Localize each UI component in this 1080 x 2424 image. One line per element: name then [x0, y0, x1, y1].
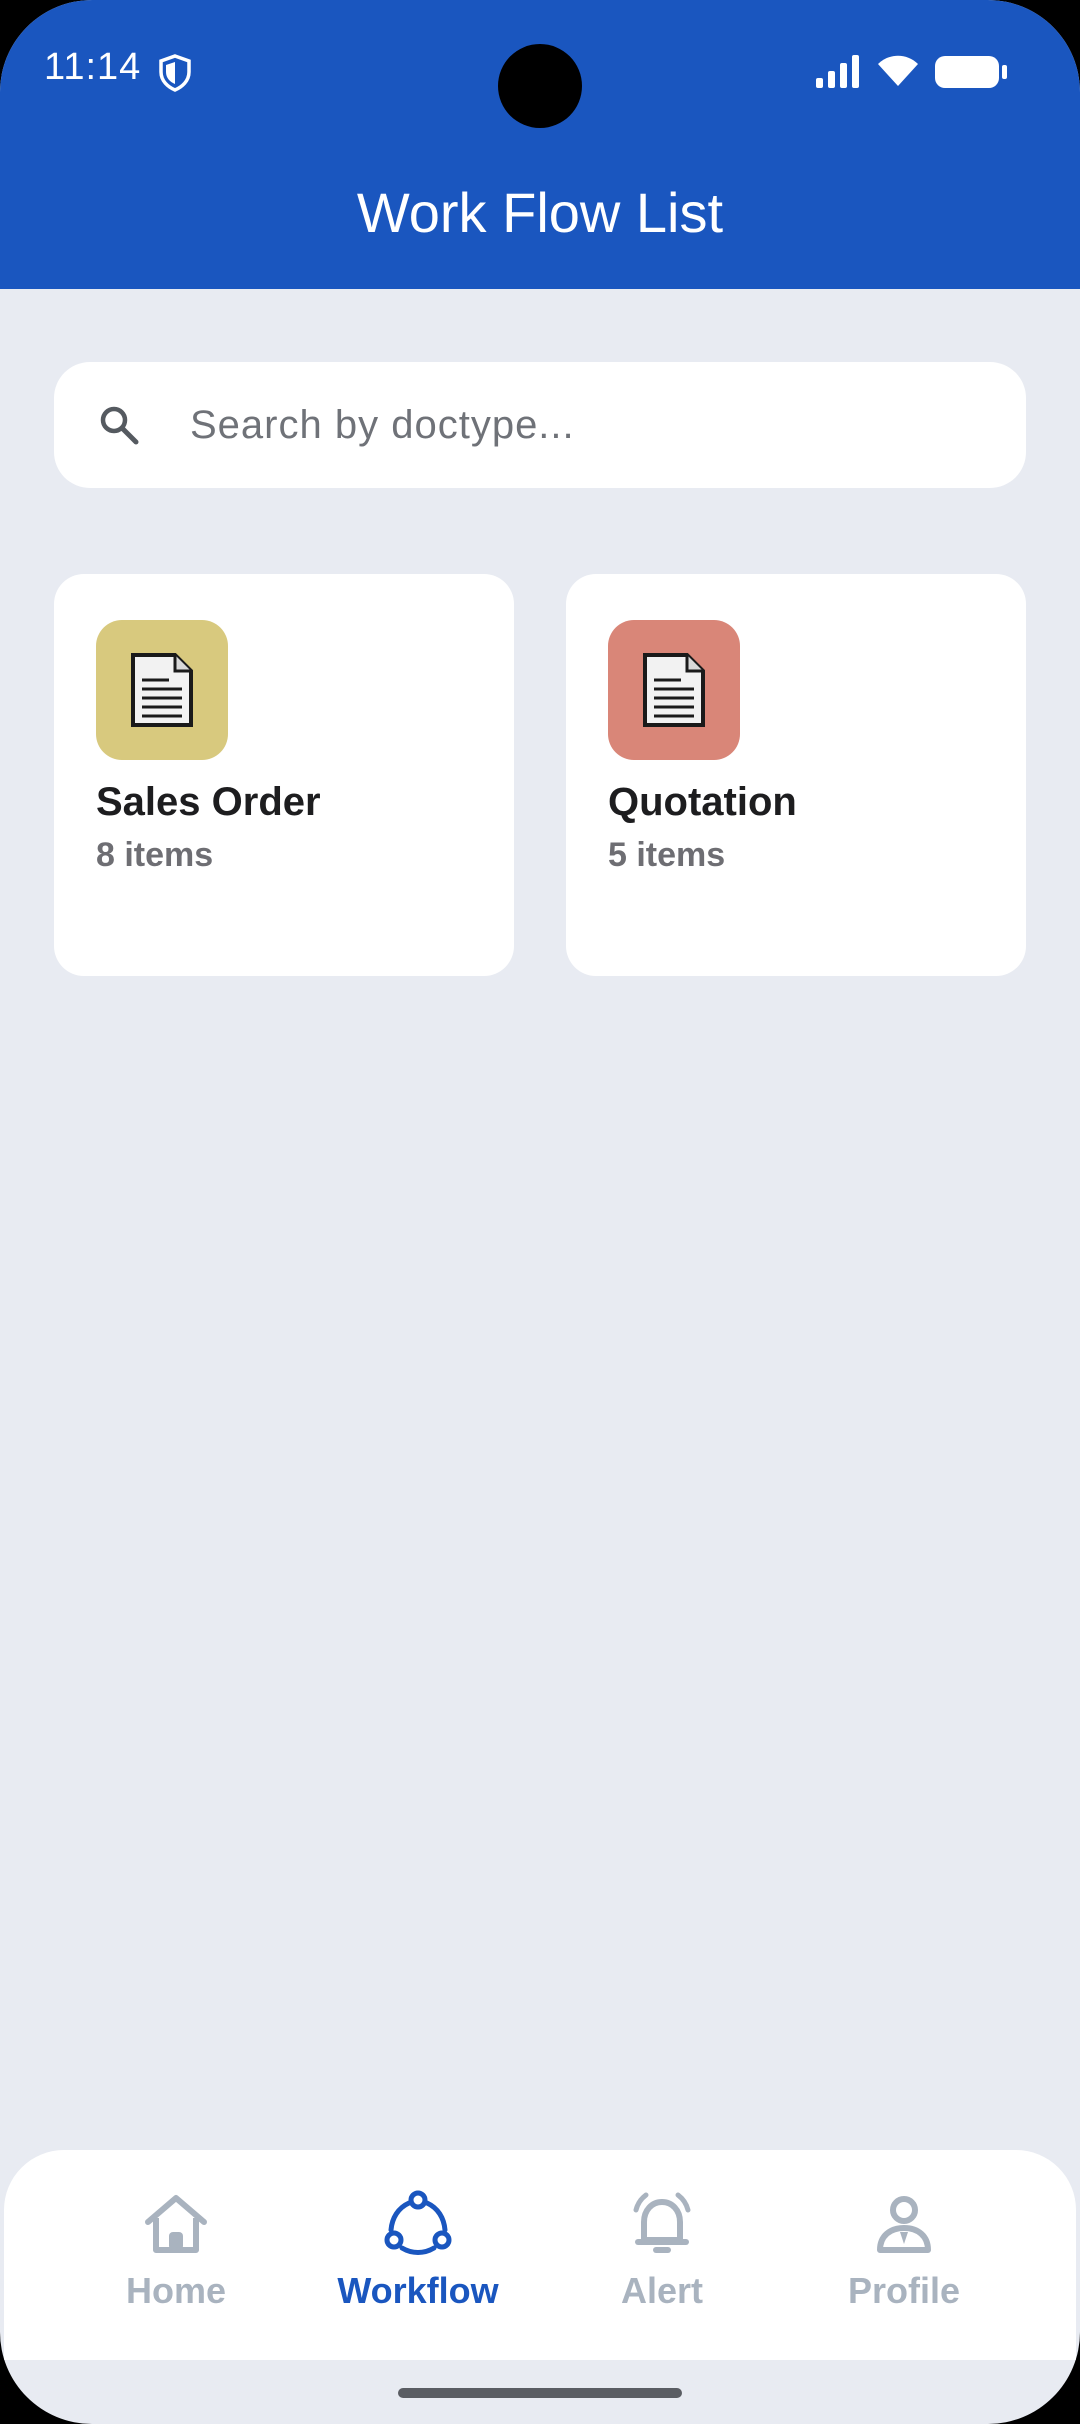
card-icon-container — [96, 620, 228, 760]
battery-icon — [935, 56, 1007, 88]
document-icon — [643, 653, 705, 727]
workflow-card-quotation[interactable]: Quotation 5 items — [566, 574, 1026, 976]
nav-item-workflow[interactable]: Workflow — [318, 2188, 518, 2328]
status-bar: 11:14 — [0, 0, 1080, 140]
nav-label-alert: Alert — [620, 2270, 704, 2311]
card-title: Sales Order — [96, 780, 321, 824]
card-icon-container — [608, 620, 740, 760]
app-header: 11:14 Work Flow List — [0, 0, 1080, 289]
bottom-navigation: Home Workflow Alert Profile — [4, 2150, 1076, 2360]
search-icon — [100, 406, 139, 445]
phone-screen: 11:14 Work Flow List Search by doctype..… — [0, 0, 1080, 2424]
nav-item-profile[interactable]: Profile — [804, 2188, 1004, 2328]
bell-icon — [633, 2192, 691, 2253]
search-input[interactable] — [190, 390, 990, 460]
workflow-card-sales-order[interactable]: Sales Order 8 items — [54, 574, 514, 976]
nav-label-profile: Profile — [847, 2270, 961, 2311]
status-time: 11:14 — [44, 46, 142, 88]
shield-icon — [159, 54, 191, 92]
nav-label-home: Home — [125, 2270, 227, 2311]
profile-icon — [877, 2196, 931, 2253]
page-title: Work Flow List — [356, 181, 724, 244]
workflow-icon — [384, 2190, 452, 2255]
nav-label-workflow: Workflow — [337, 2270, 499, 2311]
front-camera — [498, 44, 582, 128]
nav-item-alert[interactable]: Alert — [562, 2188, 762, 2328]
card-item-count: 8 items — [96, 836, 214, 874]
home-icon — [145, 2195, 207, 2253]
card-title: Quotation — [608, 780, 797, 824]
document-icon — [131, 653, 193, 727]
search-bar[interactable] — [54, 362, 1026, 488]
wifi-icon — [878, 55, 918, 86]
signal-icon — [816, 55, 859, 88]
nav-item-home[interactable]: Home — [76, 2188, 276, 2328]
card-item-count: 5 items — [608, 836, 726, 874]
home-indicator[interactable] — [398, 2388, 682, 2398]
